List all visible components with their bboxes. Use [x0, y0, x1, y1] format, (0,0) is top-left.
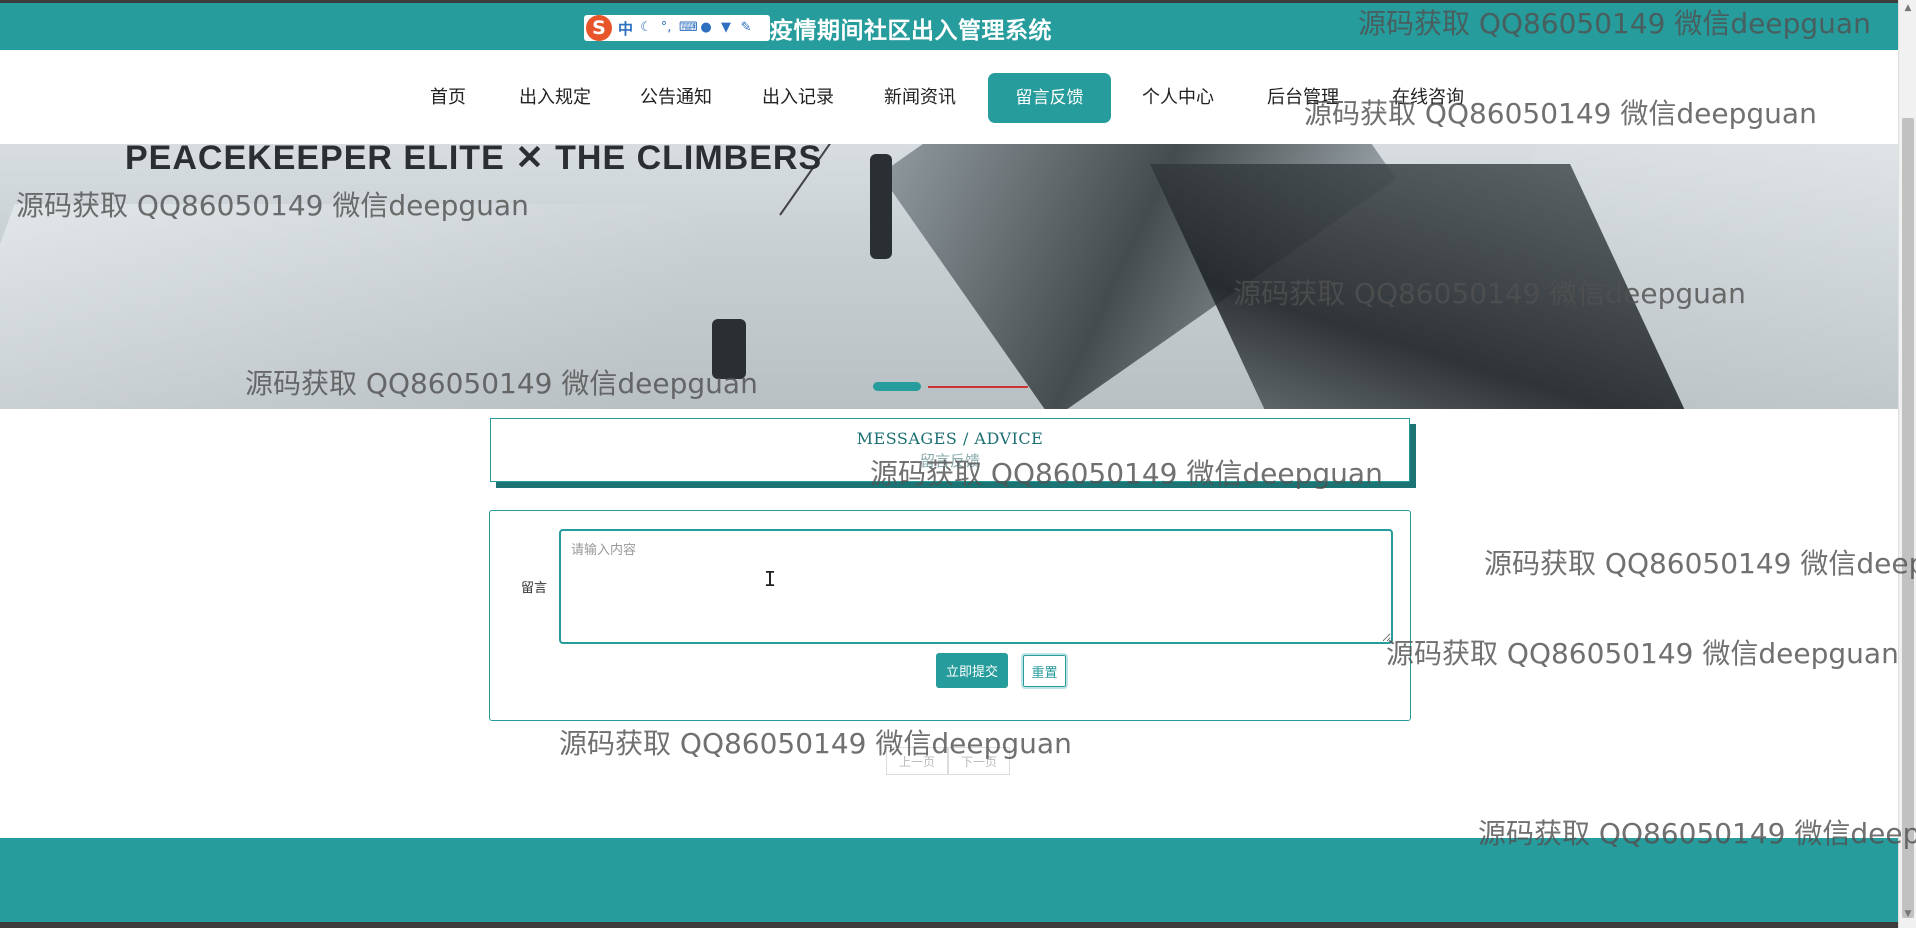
- next-page-button[interactable]: 下一页: [948, 747, 1011, 775]
- carousel-indicators[interactable]: [873, 382, 1028, 392]
- main-nav: 首页 出入规定 公告通知 出入记录 新闻资讯 留言反馈 个人中心 后台管理 在线…: [0, 50, 1898, 144]
- nav-item-records[interactable]: 出入记录: [762, 73, 834, 123]
- section-title-cn: 留言反馈: [919, 452, 980, 470]
- nav-item-rules[interactable]: 出入规定: [519, 73, 591, 123]
- footer: [0, 838, 1898, 924]
- wrench-icon[interactable]: ✎: [739, 21, 753, 35]
- sogou-logo-icon[interactable]: S: [586, 15, 612, 41]
- section-title-box: MESSAGES / ADVICE 留言反馈: [490, 418, 1410, 482]
- scrollbar-thumb[interactable]: [1902, 118, 1914, 918]
- nav-item-admin[interactable]: 后台管理: [1267, 73, 1339, 123]
- submit-button[interactable]: 立即提交: [936, 653, 1008, 688]
- watermark: 源码获取 QQ86050149 微信deepguan: [1386, 637, 1899, 670]
- moon-icon[interactable]: ☾: [639, 21, 653, 35]
- carousel-dot[interactable]: [928, 386, 1028, 388]
- nav-item-notices[interactable]: 公告通知: [640, 73, 712, 123]
- banner-mountain-left: [0, 204, 715, 409]
- feedback-form: 留言 立即提交 重置: [489, 510, 1411, 721]
- skin-icon[interactable]: ▼: [719, 21, 733, 35]
- prev-page-button[interactable]: 上一页: [886, 747, 949, 775]
- punctuation-icon[interactable]: °,: [659, 21, 673, 35]
- user-icon[interactable]: ●: [699, 21, 713, 35]
- window-bottom-edge: [0, 922, 1916, 928]
- text-cursor-icon: I: [764, 567, 777, 591]
- banner-carousel[interactable]: PEACEKEEPER ELITE ✕ THE CLIMBERS: [0, 144, 1898, 409]
- banner-climber-top: [870, 154, 892, 259]
- banner-caption: PEACEKEEPER ELITE ✕ THE CLIMBERS: [125, 144, 823, 177]
- page: S 中 ☾ °, ⌨ ● ▼ ✎ 疫情期间社区出入管理系统 首页 出入规定 公告…: [0, 0, 1916, 928]
- banner-climber-bottom: [712, 319, 746, 379]
- keyboard-icon[interactable]: ⌨: [679, 21, 698, 35]
- reset-button[interactable]: 重置: [1021, 653, 1068, 689]
- scroll-down-arrow-icon[interactable]: ▼: [1899, 906, 1916, 922]
- section-title-en: MESSAGES / ADVICE: [856, 429, 1044, 448]
- nav-item-feedback[interactable]: 留言反馈: [988, 73, 1111, 123]
- pagination: 上一页 下一页: [886, 747, 1011, 775]
- nav-item-consult[interactable]: 在线咨询: [1392, 73, 1464, 123]
- app-title: 疫情期间社区出入管理系统: [770, 18, 1052, 44]
- watermark: 源码获取 QQ86050149 微信deepguan: [1484, 547, 1916, 580]
- nav-item-news[interactable]: 新闻资讯: [884, 73, 956, 123]
- nav-item-profile[interactable]: 个人中心: [1142, 73, 1214, 123]
- vertical-scrollbar[interactable]: ▲ ▼: [1898, 0, 1916, 928]
- ime-toolbar[interactable]: S 中 ☾ °, ⌨ ● ▼ ✎: [584, 15, 770, 41]
- title-bar: S 中 ☾ °, ⌨ ● ▼ ✎ 疫情期间社区出入管理系统: [0, 0, 1898, 50]
- message-textarea[interactable]: [559, 529, 1393, 644]
- message-label: 留言: [521, 581, 548, 596]
- carousel-dot-active[interactable]: [873, 382, 921, 391]
- nav-item-home[interactable]: 首页: [430, 73, 466, 123]
- ime-language-toggle[interactable]: 中: [618, 18, 633, 39]
- scroll-up-arrow-icon[interactable]: ▲: [1899, 0, 1916, 16]
